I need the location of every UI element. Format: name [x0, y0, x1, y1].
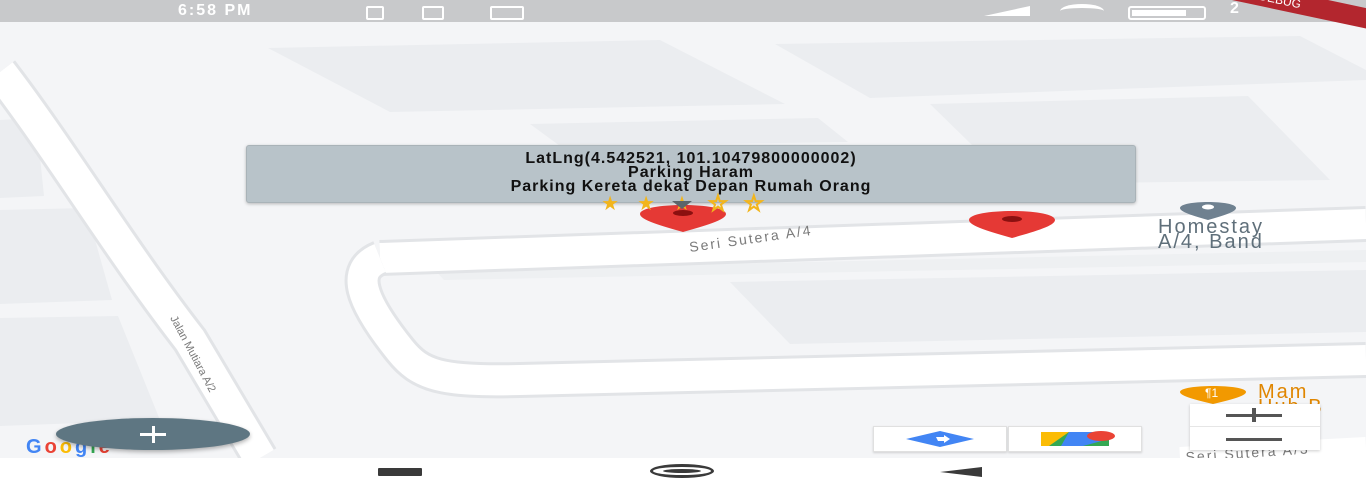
- map-building: [730, 270, 1366, 344]
- notification-icon: [422, 6, 444, 20]
- svg-text:¶1: ¶1: [1205, 386, 1218, 400]
- directions-button[interactable]: [873, 426, 1007, 452]
- google-maps-icon: [1041, 431, 1115, 446]
- info-window-subtitle: Parking Kereta dekat Depan Rumah Orang: [510, 178, 872, 195]
- map-building: [775, 36, 1366, 98]
- map-building: [0, 316, 160, 426]
- map-building: [530, 118, 848, 146]
- star-empty-icon: ★: [708, 193, 745, 215]
- home-icon[interactable]: [650, 464, 714, 478]
- open-in-maps-button[interactable]: [1008, 426, 1142, 452]
- directions-icon: [906, 431, 974, 447]
- signal-icon: [984, 6, 1030, 16]
- system-nav-bar: [0, 458, 1366, 486]
- poi-label-line: A/4, Band: [1158, 231, 1264, 253]
- info-window-pointer: [672, 201, 692, 209]
- zoom-in-button[interactable]: [1190, 404, 1320, 426]
- back-icon[interactable]: [940, 467, 982, 477]
- status-bar: 6:58 PM 2 DEBUG: [0, 0, 1366, 33]
- zoom-out-button[interactable]: [1190, 427, 1320, 450]
- wifi-icon: [1060, 4, 1104, 18]
- star-filled-icon: ★: [637, 193, 674, 215]
- star-empty-icon: ★: [744, 193, 781, 215]
- status-time: 6:58 PM: [178, 2, 253, 19]
- marker-info-window[interactable]: LatLng(4.542521, 101.10479800000002) Par…: [246, 145, 1136, 215]
- restaurant-poi-icon: ¶1: [1180, 386, 1246, 404]
- recents-icon[interactable]: [378, 468, 422, 476]
- poi-label-homestay[interactable]: Homestay A/4, Band: [1158, 217, 1264, 253]
- notification-icon: [490, 6, 524, 20]
- zoom-controls: [1190, 404, 1320, 450]
- map-building: [268, 40, 785, 112]
- battery-level: 2: [1230, 0, 1239, 17]
- notification-icon: [366, 6, 384, 20]
- star-filled-icon: ★: [601, 193, 638, 215]
- add-fab-button[interactable]: [56, 418, 250, 450]
- battery-icon: [1128, 6, 1206, 20]
